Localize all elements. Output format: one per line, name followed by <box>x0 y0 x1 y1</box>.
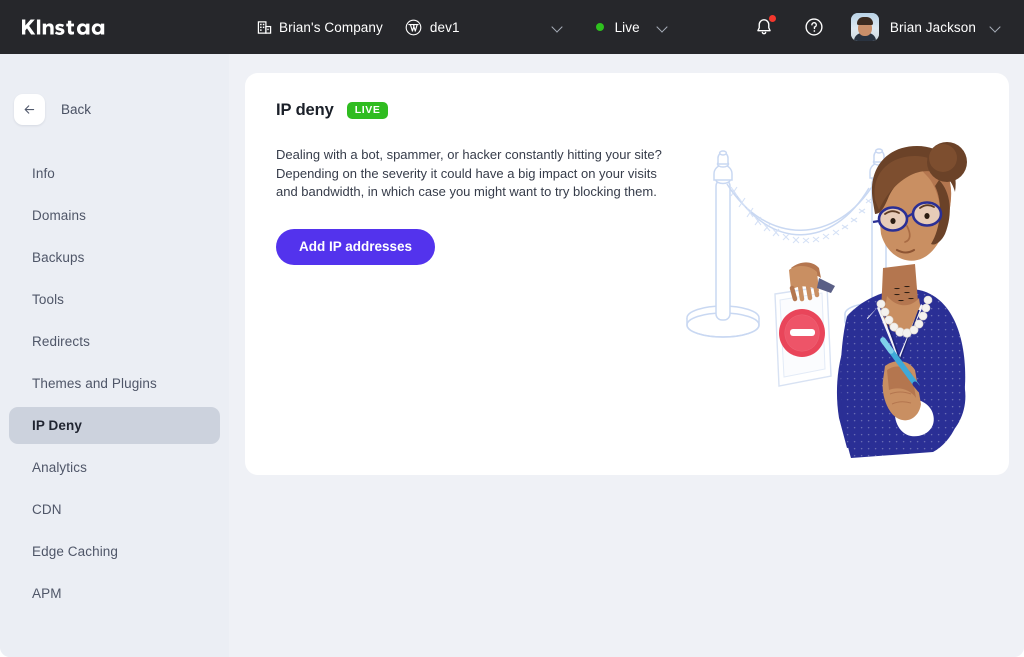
notifications-button[interactable] <box>753 15 776 38</box>
sidebar-nav: Info Domains Backups Tools Redirects The… <box>0 155 229 612</box>
ip-deny-illustration <box>671 118 1001 463</box>
environment-chevron-down-icon[interactable] <box>657 21 669 33</box>
sidebar-item-label: Redirects <box>32 334 90 349</box>
ip-deny-card: IP deny LIVE Dealing with a bot, spammer… <box>245 73 1009 475</box>
site-chevron-down-icon[interactable] <box>552 21 564 33</box>
sidebar-item-label: CDN <box>32 502 62 517</box>
app-window: Brian's Company dev1 Live Brian Jackson … <box>0 0 1024 657</box>
top-navigation-bar: Brian's Company dev1 Live Brian Jackson <box>0 0 1024 54</box>
add-ip-addresses-button[interactable]: Add IP addresses <box>276 228 436 265</box>
kinsta-logo[interactable] <box>22 17 120 37</box>
page-title: IP deny <box>276 101 334 119</box>
back-button[interactable] <box>14 94 45 125</box>
sidebar-item-label: Info <box>32 166 55 181</box>
status-badge: LIVE <box>346 101 389 120</box>
user-name: Brian Jackson <box>889 19 976 35</box>
company-selector[interactable]: Brian's Company <box>257 0 383 54</box>
sidebar-item-analytics[interactable]: Analytics <box>9 449 220 486</box>
sidebar-item-domains[interactable]: Domains <box>9 197 220 234</box>
card-header: IP deny LIVE <box>245 73 1009 120</box>
wordpress-icon <box>405 19 422 36</box>
environment-status-dot <box>595 23 604 31</box>
site-selector[interactable]: dev1 <box>405 0 460 54</box>
sidebar-item-label: IP Deny <box>32 418 82 433</box>
environment-label: Live <box>614 19 640 35</box>
sidebar-item-label: Domains <box>32 208 86 223</box>
sidebar-item-backups[interactable]: Backups <box>9 239 220 276</box>
sidebar-item-label: Themes and Plugins <box>32 376 157 391</box>
help-button[interactable] <box>803 16 825 38</box>
main-content: IP deny LIVE Dealing with a bot, spammer… <box>229 54 1024 657</box>
sidebar-item-label: Tools <box>32 292 65 307</box>
sidebar-item-themes-and-plugins[interactable]: Themes and Plugins <box>9 365 220 402</box>
topbar-right-actions: Brian Jackson <box>753 0 1024 54</box>
arrow-left-icon <box>24 105 35 114</box>
sidebar-item-label: Analytics <box>32 460 87 475</box>
sidebar-item-apm[interactable]: APM <box>9 575 220 612</box>
sidebar-item-label: APM <box>32 586 62 601</box>
avatar[interactable] <box>850 13 879 41</box>
back-label: Back <box>61 102 92 117</box>
sidebar-item-tools[interactable]: Tools <box>9 281 220 318</box>
sidebar: Back Info Domains Backups Tools Redirect… <box>0 54 229 657</box>
sidebar-item-label: Backups <box>32 250 85 265</box>
sidebar-item-edge-caching[interactable]: Edge Caching <box>9 533 220 570</box>
card-description: Dealing with a bot, spammer, or hacker c… <box>276 147 662 200</box>
company-name: Brian's Company <box>279 19 383 35</box>
site-name: dev1 <box>429 19 460 35</box>
building-icon <box>257 20 272 35</box>
sidebar-item-cdn[interactable]: CDN <box>9 491 220 528</box>
sidebar-item-label: Edge Caching <box>32 544 119 559</box>
question-circle-icon <box>805 18 823 36</box>
notification-unread-badge <box>768 15 776 22</box>
sidebar-item-redirects[interactable]: Redirects <box>9 323 220 360</box>
back-navigation[interactable]: Back <box>0 54 229 125</box>
user-menu-chevron-down-icon[interactable] <box>990 21 1002 33</box>
sidebar-item-info[interactable]: Info <box>9 155 220 192</box>
sidebar-item-ip-deny[interactable]: IP Deny <box>9 407 220 444</box>
